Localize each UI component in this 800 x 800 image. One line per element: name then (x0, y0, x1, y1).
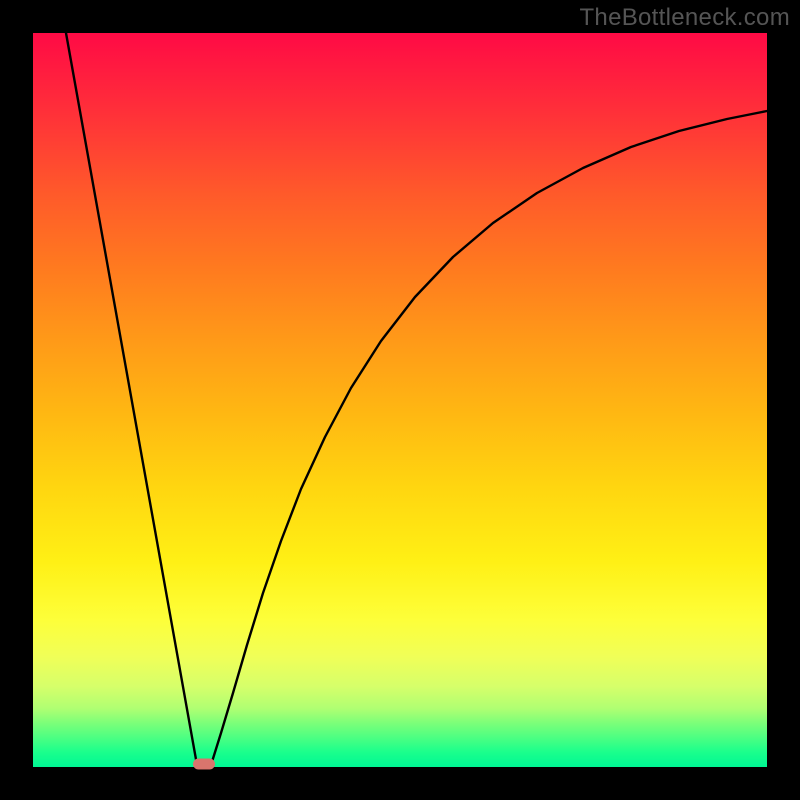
plot-area (33, 33, 767, 767)
chart-frame: TheBottleneck.com (0, 0, 800, 800)
curve-layer (33, 33, 767, 767)
curve-left-branch (66, 33, 197, 765)
curve-right-branch (211, 111, 767, 765)
valley-marker (193, 759, 215, 770)
watermark-text: TheBottleneck.com (579, 4, 790, 32)
